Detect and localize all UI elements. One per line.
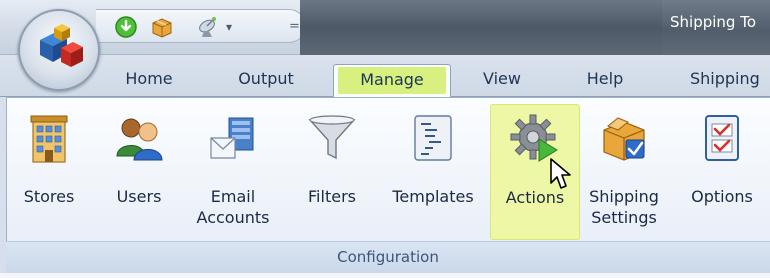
quick-access-toolbar: ▾ =: [96, 9, 306, 43]
filters-button[interactable]: Filters: [300, 104, 364, 240]
funnel-icon: [306, 112, 358, 164]
users-icon: [113, 112, 165, 164]
shipping-settings-label: Shipping Settings: [589, 187, 659, 227]
stores-button[interactable]: Stores: [22, 104, 76, 240]
options-button[interactable]: Options: [684, 104, 760, 240]
group-label-configuration: Configuration: [6, 241, 770, 273]
stores-label: Stores: [23, 187, 75, 206]
green-download-icon[interactable]: [114, 15, 138, 39]
building-icon: [23, 112, 75, 164]
application-menu-button[interactable]: [18, 9, 100, 91]
tab-home[interactable]: Home: [118, 64, 180, 97]
actions-button[interactable]: Actions: [490, 104, 580, 240]
options-label: Options: [691, 187, 753, 206]
app-logo-icon: [40, 24, 83, 67]
window-title: Shipping To: [662, 0, 770, 55]
tab-manage[interactable]: Manage: [333, 64, 451, 98]
tab-help[interactable]: Help: [580, 64, 630, 97]
email-accounts-label: Email Accounts: [196, 187, 270, 227]
satellite-dish-icon[interactable]: [196, 15, 220, 39]
templates-label: Templates: [392, 187, 474, 206]
shipping-box-icon: [598, 112, 650, 164]
bottom-edge: [0, 273, 770, 278]
tab-shipping[interactable]: Shipping: [690, 64, 770, 97]
mouse-cursor-icon: [550, 158, 571, 189]
templates-button[interactable]: Templates: [386, 104, 480, 240]
filters-label: Filters: [308, 187, 356, 206]
tab-output[interactable]: Output: [226, 64, 306, 97]
tab-view[interactable]: View: [478, 64, 526, 97]
quick-access-dropdown[interactable]: ▾: [226, 15, 240, 39]
template-document-icon: [407, 112, 459, 164]
title-bar-fill: [300, 0, 662, 55]
checklist-icon: [696, 112, 748, 164]
email-accounts-button[interactable]: Email Accounts: [186, 104, 280, 240]
users-label: Users: [116, 187, 162, 206]
package-icon[interactable]: [150, 15, 174, 39]
title-bar: ▾ = Shipping To: [0, 0, 770, 55]
shipping-settings-button[interactable]: Shipping Settings: [586, 104, 662, 240]
email-icon: [207, 112, 259, 164]
users-button[interactable]: Users: [106, 104, 172, 240]
ribbon-tabs: Home Output Manage View Help Shipping: [0, 55, 770, 98]
